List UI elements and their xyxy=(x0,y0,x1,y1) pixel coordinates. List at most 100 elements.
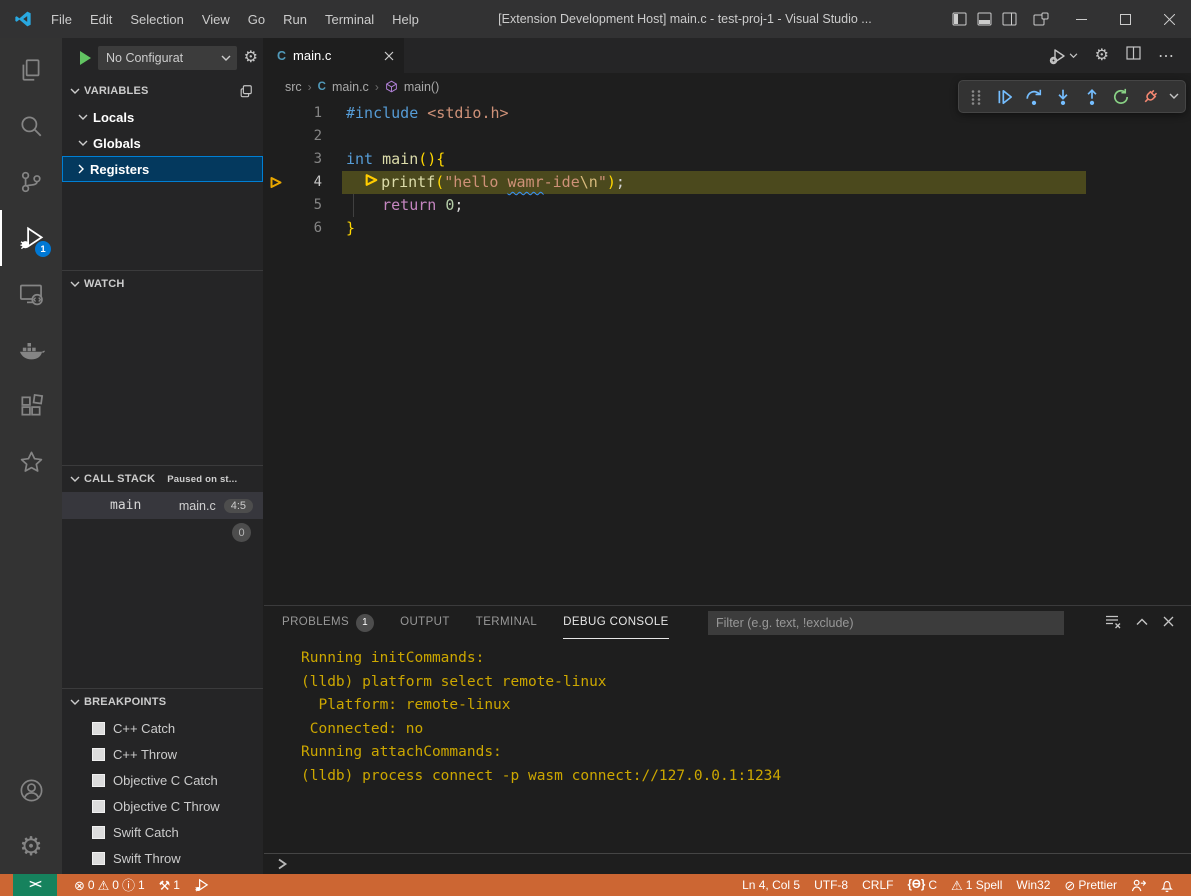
breakpoint-swift-catch: Swift Catch xyxy=(62,819,263,845)
formatter-status[interactable]: ⊘Prettier xyxy=(1057,874,1124,896)
variables-scope-locals[interactable]: Locals xyxy=(62,104,263,130)
close-panel-icon[interactable] xyxy=(1163,616,1174,630)
call-stack-pane: CALL STACK Paused on st... main main.c 4… xyxy=(62,465,263,688)
breadcrumb-file[interactable]: main.c xyxy=(332,80,369,94)
code-editor[interactable]: 1 #include <stdio.h> 2 3 int main(){ xyxy=(264,100,1191,605)
maximize-button[interactable] xyxy=(1103,0,1147,38)
breakpoint-objc-catch: Objective C Catch xyxy=(62,767,263,793)
customize-layout-icon[interactable] xyxy=(1033,12,1049,27)
activity-wamr-ide[interactable] xyxy=(0,434,62,490)
checkbox[interactable] xyxy=(92,722,105,735)
menu-go[interactable]: Go xyxy=(239,0,274,38)
spellcheck-squiggle: wamr xyxy=(508,171,544,194)
editor-settings-gear-icon[interactable]: ⚙ xyxy=(1095,48,1109,64)
bottom-panel: PROBLEMS 1 OUTPUT TERMINAL DEBUG CONSOLE… xyxy=(264,605,1191,874)
disconnect-button[interactable] xyxy=(1137,84,1163,110)
breakpoint-label: C++ Throw xyxy=(113,747,177,762)
feedback-button[interactable] xyxy=(1124,874,1153,896)
tab-debug-console[interactable]: DEBUG CONSOLE xyxy=(563,606,669,639)
activity-explorer[interactable] xyxy=(0,42,62,98)
debug-toolbar-more-chevron[interactable] xyxy=(1166,84,1182,110)
checkbox[interactable] xyxy=(92,800,105,813)
start-debugging-button[interactable] xyxy=(80,51,91,65)
menu-help[interactable]: Help xyxy=(383,0,428,38)
activity-accounts[interactable] xyxy=(0,762,62,818)
step-into-button[interactable] xyxy=(1050,84,1076,110)
activity-docker[interactable] xyxy=(0,322,62,378)
continue-button[interactable] xyxy=(992,84,1018,110)
eol-sequence[interactable]: CRLF xyxy=(855,874,900,896)
toggle-panel-icon[interactable] xyxy=(977,12,992,26)
problems-status[interactable]: ⊗0 ⚠0 ⓘ1 xyxy=(67,874,152,896)
menu-run[interactable]: Run xyxy=(274,0,316,38)
menu-edit[interactable]: Edit xyxy=(81,0,121,38)
cursor-position[interactable]: Ln 4, Col 5 xyxy=(735,874,807,896)
call-stack-section-header[interactable]: CALL STACK Paused on st... xyxy=(62,466,263,492)
activity-run-and-debug[interactable]: 1 xyxy=(0,210,62,266)
activity-remote-explorer[interactable] xyxy=(0,266,62,322)
debug-status[interactable] xyxy=(187,874,216,896)
maximize-panel-chevron-icon[interactable] xyxy=(1136,617,1148,629)
close-tab-icon[interactable] xyxy=(384,51,394,61)
menu-file[interactable]: File xyxy=(42,0,81,38)
notifications-button[interactable] xyxy=(1153,874,1181,896)
breakpoints-section-header[interactable]: BREAKPOINTS xyxy=(62,689,263,715)
breadcrumb-symbol[interactable]: main() xyxy=(404,80,439,94)
copy-icon[interactable] xyxy=(239,84,253,98)
more-actions-icon[interactable]: ⋯ xyxy=(1158,46,1175,66)
activity-search[interactable] xyxy=(0,98,62,154)
debug-icon xyxy=(194,878,209,893)
remote-explorer-icon xyxy=(18,281,45,308)
step-out-button[interactable] xyxy=(1079,84,1105,110)
tab-terminal[interactable]: TERMINAL xyxy=(476,606,537,639)
step-over-button[interactable] xyxy=(1021,84,1047,110)
spell-checker-status[interactable]: ⚠1 Spell xyxy=(944,874,1009,896)
variables-scope-registers[interactable]: Registers xyxy=(62,156,263,182)
tab-label: OUTPUT xyxy=(400,606,450,639)
docker-whale-icon xyxy=(17,336,45,364)
activity-source-control[interactable] xyxy=(0,154,62,210)
status-right: Ln 4, Col 5 UTF-8 CRLF {Ө}C ⚠1 Spell Win… xyxy=(735,874,1191,896)
minimize-button[interactable] xyxy=(1059,0,1103,38)
variables-section-header[interactable]: VARIABLES xyxy=(62,78,263,104)
menu-selection[interactable]: Selection xyxy=(121,0,192,38)
toggle-sidebar-icon[interactable] xyxy=(952,12,967,26)
toolbar-drag-handle[interactable] xyxy=(963,84,989,110)
open-launch-json-gear-icon[interactable]: ⚙ xyxy=(244,50,258,66)
tab-problems[interactable]: PROBLEMS 1 xyxy=(282,606,374,639)
code-line-4-current: 4 printf("hello wamr-ide\n"); xyxy=(264,171,1191,194)
remote-indicator[interactable]: >< xyxy=(13,874,57,896)
watch-section-header[interactable]: WATCH xyxy=(62,271,263,297)
clear-console-icon[interactable] xyxy=(1105,614,1121,632)
split-editor-icon[interactable] xyxy=(1126,46,1141,65)
tools-status[interactable]: ⚒1 xyxy=(152,874,187,896)
tab-main-c[interactable]: C main.c xyxy=(264,38,404,73)
restart-button[interactable] xyxy=(1108,84,1134,110)
checkbox[interactable] xyxy=(92,774,105,787)
toggle-secondary-sidebar-icon[interactable] xyxy=(1002,12,1017,26)
activity-settings[interactable]: ⚙ xyxy=(0,818,62,874)
platform-target[interactable]: Win32 xyxy=(1009,874,1057,896)
checkbox[interactable] xyxy=(92,852,105,865)
encoding[interactable]: UTF-8 xyxy=(807,874,855,896)
launch-configuration-dropdown[interactable]: No Configurat xyxy=(98,46,237,70)
menu-terminal[interactable]: Terminal xyxy=(316,0,383,38)
breadcrumb-src[interactable]: src xyxy=(285,80,302,94)
activity-extensions[interactable] xyxy=(0,378,62,434)
menu-view[interactable]: View xyxy=(193,0,239,38)
title-bar: File Edit Selection View Go Run Terminal… xyxy=(0,0,1191,38)
checkbox[interactable] xyxy=(92,826,105,839)
run-or-debug-button[interactable] xyxy=(1049,47,1078,65)
execution-pointer-gutter-icon[interactable] xyxy=(264,171,290,194)
tab-output[interactable]: OUTPUT xyxy=(400,606,450,639)
debug-console-filter-input[interactable] xyxy=(708,611,1064,635)
language-mode[interactable]: {Ө}C xyxy=(900,874,944,896)
stack-frame-row[interactable]: main main.c 4:5 xyxy=(62,492,263,519)
checkbox[interactable] xyxy=(92,748,105,761)
close-window-button[interactable] xyxy=(1147,0,1191,38)
variables-scope-globals[interactable]: Globals xyxy=(62,130,263,156)
debug-console-input[interactable] xyxy=(264,853,1191,874)
breakpoint-label: Objective C Throw xyxy=(113,799,220,814)
debug-console-output[interactable]: Running initCommands: (lldb) platform se… xyxy=(264,639,1191,853)
scope-label: Locals xyxy=(93,110,134,125)
